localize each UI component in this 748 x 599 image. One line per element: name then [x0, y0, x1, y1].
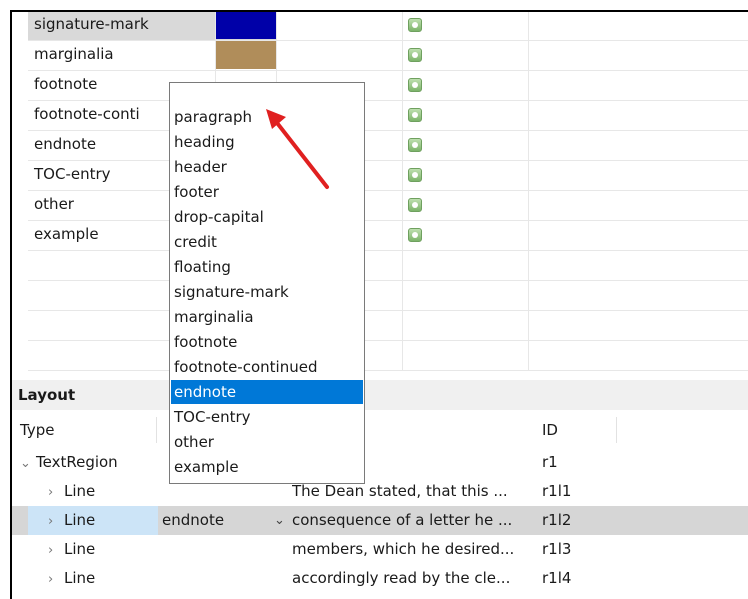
empty-cell	[529, 160, 748, 190]
structure-type-row[interactable]: TOC-entry	[28, 160, 748, 191]
empty-table-row	[28, 250, 748, 281]
add-cell	[403, 220, 529, 250]
column-header-id[interactable]: ID	[542, 415, 558, 445]
empty-cell	[277, 40, 403, 70]
expand-chevron-right-icon[interactable]: ›	[48, 507, 64, 536]
empty-cell	[529, 280, 748, 310]
tree-row-id: r1l3	[542, 540, 572, 558]
expand-chevron-right-icon[interactable]: ›	[48, 565, 64, 594]
tree-row-id: r1l2	[542, 511, 572, 529]
empty-cell	[529, 130, 748, 160]
tree-row-line[interactable]: › Line members, which he desired... r1l3	[12, 535, 748, 564]
structure-type-row[interactable]: endnote	[28, 130, 748, 161]
tree-row-text: consequence of a letter he ...	[292, 511, 513, 529]
tree-row-line[interactable]: › Line endnote ⌄ consequence of a letter he …	[12, 506, 748, 535]
empty-cell	[529, 250, 748, 280]
dropdown-option-marginalia[interactable]: marginalia	[171, 305, 363, 329]
empty-cell	[529, 220, 748, 250]
dropdown-option-credit[interactable]: credit	[171, 230, 363, 254]
structure-type-row[interactable]: signature-mark	[28, 12, 748, 41]
add-cell	[403, 100, 529, 130]
empty-cell	[529, 12, 748, 40]
tree-row-type: TextRegion	[36, 453, 118, 471]
annotation-arrow-icon	[266, 109, 329, 189]
empty-cell	[529, 310, 748, 340]
empty-cell	[529, 100, 748, 130]
column-separator	[156, 417, 157, 443]
structure-type-name: marginalia	[28, 40, 216, 70]
empty-cell	[403, 250, 529, 280]
add-cell	[403, 70, 529, 100]
add-cell	[403, 40, 529, 70]
empty-cell	[403, 340, 529, 370]
add-cell	[403, 160, 529, 190]
dropdown-option-endnote[interactable]: endnote	[171, 380, 363, 404]
layout-section-title: Layout	[12, 380, 748, 410]
tree-row-text: members, which he desired...	[292, 540, 515, 558]
expand-chevron-right-icon[interactable]: ›	[48, 536, 64, 565]
structure-type-name: signature-mark	[28, 12, 216, 40]
empty-cell	[529, 190, 748, 220]
structure-type-row[interactable]: example	[28, 220, 748, 251]
add-shortcut-icon[interactable]	[408, 108, 422, 122]
add-cell	[403, 130, 529, 160]
column-header-type[interactable]: Type	[20, 415, 54, 445]
add-shortcut-icon[interactable]	[408, 198, 422, 212]
empty-cell	[277, 12, 403, 40]
tree-row-type: Line	[64, 569, 96, 587]
tree-row-type: Line	[64, 540, 96, 558]
column-separator	[616, 417, 617, 443]
add-cell	[403, 190, 529, 220]
dropdown-option-drop-capital[interactable]: drop-capital	[171, 205, 363, 229]
add-shortcut-icon[interactable]	[408, 168, 422, 182]
add-shortcut-icon[interactable]	[408, 228, 422, 242]
tree-row-region[interactable]: ⌄ TextRegion r1	[12, 448, 748, 477]
structure-type-row[interactable]: marginalia	[28, 40, 748, 71]
add-shortcut-icon[interactable]	[408, 18, 422, 32]
color-swatch[interactable]	[216, 12, 276, 39]
dropdown-option-floating[interactable]: floating	[171, 255, 363, 279]
color-swatch[interactable]	[216, 41, 276, 69]
empty-table-row	[28, 310, 748, 341]
dropdown-option-footnote-continued[interactable]: footnote-continued	[171, 355, 363, 379]
structure-type-row[interactable]: footnote	[28, 70, 748, 101]
add-shortcut-icon[interactable]	[408, 138, 422, 152]
tree-row-type: Line	[64, 511, 96, 529]
structure-type-row[interactable]: other	[28, 190, 748, 221]
color-cell[interactable]	[216, 12, 277, 40]
empty-table-row	[28, 280, 748, 311]
dropdown-option-example[interactable]: example	[171, 455, 363, 479]
tree-row-text: accordingly read by the cle...	[292, 569, 511, 587]
tree-row-id: r1	[542, 453, 558, 471]
dropdown-option-toc-entry[interactable]: TOC-entry	[171, 405, 363, 429]
color-cell[interactable]	[216, 40, 277, 70]
empty-table-row	[28, 340, 748, 371]
dropdown-option-other[interactable]: other	[171, 430, 363, 454]
empty-cell	[529, 340, 748, 370]
empty-cell	[529, 70, 748, 100]
empty-cell	[529, 40, 748, 70]
tree-row-id: r1l4	[542, 569, 572, 587]
expand-chevron-right-icon[interactable]: ›	[48, 478, 64, 507]
add-shortcut-icon[interactable]	[408, 48, 422, 62]
empty-cell	[403, 280, 529, 310]
tree-row-id: r1l1	[542, 482, 572, 500]
structure-type-row[interactable]: footnote-conti	[28, 100, 748, 131]
combo-dropdown-icon[interactable]: ⌄	[274, 506, 285, 535]
tree-row-line[interactable]: › Line The Dean stated, that this ... r1l1	[12, 477, 748, 506]
app-frame: signature-mark marginalia footnote footnote…	[10, 10, 748, 599]
dropdown-option-signature-mark[interactable]: signature-mark	[171, 280, 363, 304]
empty-cell	[403, 310, 529, 340]
expand-chevron-down-icon[interactable]: ⌄	[20, 449, 36, 478]
add-cell	[403, 12, 529, 40]
tree-row-line[interactable]: › Line accordingly read by the cle... r1l4	[12, 564, 748, 593]
tree-row-type: Line	[64, 482, 96, 500]
structure-type-combo[interactable]: endnote	[162, 506, 224, 535]
add-shortcut-icon[interactable]	[408, 78, 422, 92]
dropdown-option-footnote[interactable]: footnote	[171, 330, 363, 354]
